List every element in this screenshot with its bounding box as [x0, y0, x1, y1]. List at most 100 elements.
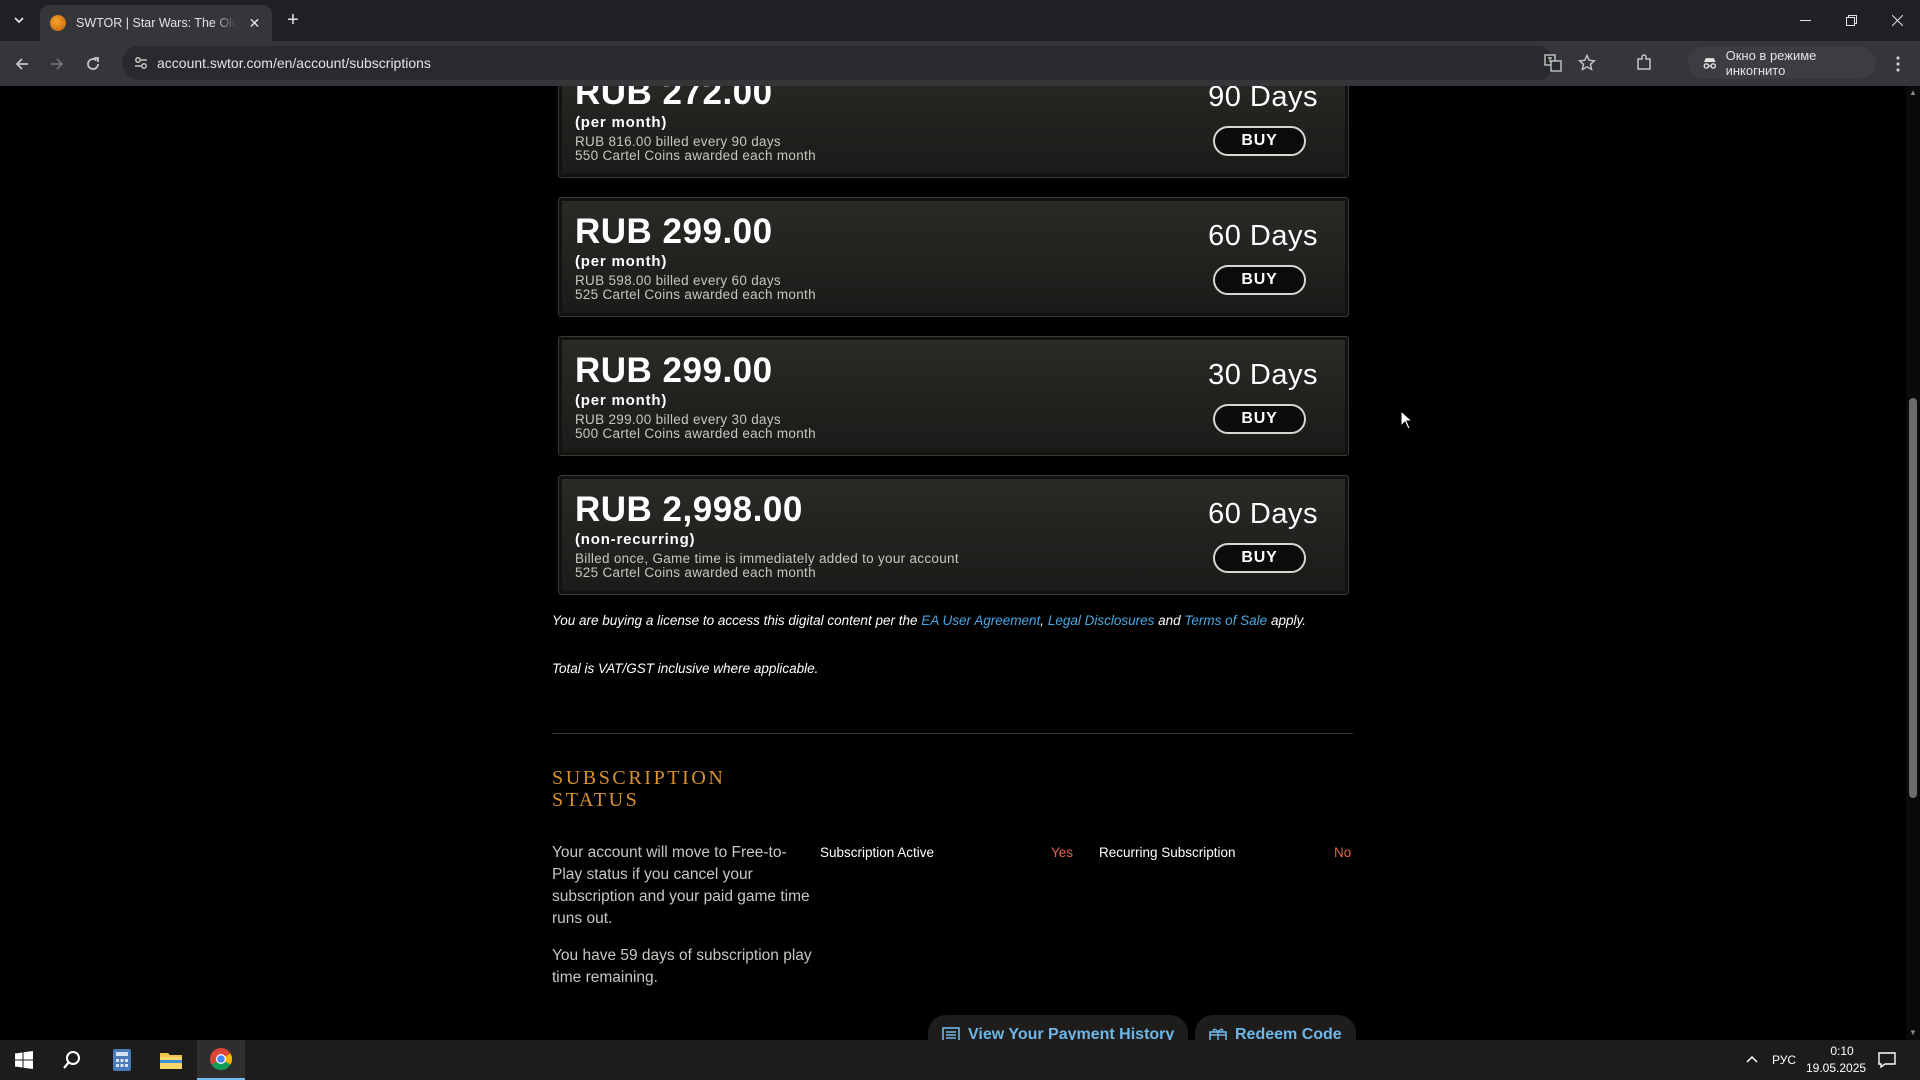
- restore-button[interactable]: [1828, 0, 1874, 40]
- swtor-favicon-icon: [50, 15, 66, 31]
- buy-button[interactable]: BUY: [1213, 543, 1306, 573]
- recurring-subscription-value: No: [1334, 845, 1352, 860]
- plan-card-90-days: RUB 272.00 (per month) RUB 816.00 billed…: [558, 86, 1349, 178]
- input-language[interactable]: РУС: [1772, 1053, 1796, 1067]
- more-vertical-icon: [1896, 56, 1900, 72]
- browser-chrome: SWTOR | Star Wars: The Old Republic ✕ + …: [0, 0, 1920, 86]
- redeem-code-button[interactable]: Redeem Code: [1195, 1015, 1356, 1040]
- incognito-icon: [1703, 58, 1717, 69]
- scroll-up-icon[interactable]: ▲: [1909, 88, 1917, 98]
- incognito-label: Окно в режиме инкогнито: [1725, 48, 1817, 78]
- plan-term: (per month): [575, 114, 668, 131]
- subscription-active-value: Yes: [1051, 845, 1074, 860]
- redeem-code-label: Redeem Code: [1235, 1026, 1342, 1040]
- subscription-status-heading: SUBSCRIPTION STATUS: [552, 767, 726, 811]
- tray-chevron-up-icon[interactable]: [1745, 1054, 1759, 1064]
- calculator-icon: [113, 1049, 131, 1071]
- site-info-icon[interactable]: [132, 54, 150, 72]
- free-to-play-notice: Your account will move to Free-to-Play s…: [552, 844, 810, 927]
- plan-coins: 525 Cartel Coins awarded each month: [575, 287, 816, 302]
- terms-of-sale-link[interactable]: Terms of Sale: [1184, 613, 1267, 628]
- forward-button[interactable]: [43, 50, 71, 78]
- page-viewport: RUB 272.00 (per month) RUB 816.00 billed…: [0, 86, 1906, 1040]
- windows-logo-icon: [15, 1051, 33, 1069]
- plan-duration: 60 Days: [1208, 498, 1318, 530]
- reload-icon: [87, 57, 99, 70]
- view-payment-history-label: View Your Payment History: [968, 1026, 1175, 1040]
- plan-duration: 30 Days: [1208, 359, 1318, 391]
- new-tab-button[interactable]: +: [280, 8, 306, 34]
- reload-button[interactable]: [79, 50, 107, 78]
- tab-swtor[interactable]: SWTOR | Star Wars: The Old Republic ✕: [40, 5, 272, 41]
- subscription-active-label: Subscription Active: [820, 845, 935, 860]
- plan-card-60-days: RUB 299.00 (per month) RUB 598.00 billed…: [558, 197, 1349, 317]
- buy-button[interactable]: BUY: [1213, 126, 1306, 156]
- remaining-time-text: You have 59 days of subscription play ti…: [552, 947, 812, 986]
- taskbar-search-button[interactable]: [48, 1040, 96, 1080]
- license-notice-suffix: apply.: [1267, 613, 1306, 628]
- plan-term: (per month): [575, 392, 668, 409]
- browser-toolbar: account.swtor.com/en/account/subscriptio…: [0, 41, 1920, 86]
- ea-user-agreement-link[interactable]: EA User Agreement: [921, 613, 1040, 628]
- view-payment-history-button[interactable]: View Your Payment History: [928, 1015, 1189, 1040]
- notifications-button[interactable]: [1864, 1040, 1910, 1080]
- restore-icon: [1845, 14, 1857, 26]
- plan-billing: Billed once, Game time is immediately ad…: [575, 551, 959, 566]
- tab-title: SWTOR | Star Wars: The Old Republic: [76, 16, 237, 30]
- plan-billing: RUB 299.00 billed every 30 days: [575, 412, 781, 427]
- close-window-button[interactable]: [1874, 0, 1920, 40]
- scrollbar-thumb[interactable]: [1909, 398, 1917, 798]
- arrow-right-icon: [51, 58, 64, 70]
- license-notice-sep: and: [1154, 613, 1185, 628]
- plan-duration: 60 Days: [1208, 220, 1318, 252]
- taskbar-calculator[interactable]: [98, 1040, 146, 1080]
- plan-price: RUB 299.00: [575, 212, 773, 251]
- plan-price: RUB 299.00: [575, 351, 773, 390]
- folder-icon: [160, 1053, 182, 1069]
- license-notice-sep: ,: [1040, 613, 1048, 628]
- buy-button[interactable]: BUY: [1213, 265, 1306, 295]
- arrow-left-icon: [15, 58, 28, 70]
- plan-coins: 525 Cartel Coins awarded each month: [575, 565, 816, 580]
- url-text: account.swtor.com/en/account/subscriptio…: [157, 55, 431, 71]
- back-button[interactable]: [8, 50, 36, 78]
- close-tab-icon[interactable]: ✕: [247, 15, 262, 32]
- mouse-cursor-icon: [1400, 410, 1414, 430]
- list-icon: [942, 1027, 960, 1040]
- license-notice: You are buying a license to access this …: [552, 613, 1372, 629]
- start-button[interactable]: [0, 1040, 48, 1080]
- page-scrollbar[interactable]: ▲ ▼: [1906, 86, 1920, 1040]
- legal-disclosures-link[interactable]: Legal Disclosures: [1048, 613, 1155, 628]
- close-icon: [1891, 14, 1903, 26]
- taskbar-chrome[interactable]: [197, 1040, 245, 1080]
- minimize-icon: [1799, 19, 1811, 21]
- chevron-down-icon: [14, 17, 24, 24]
- plan-card-non-recurring: RUB 2,998.00 (non-recurring) Billed once…: [558, 475, 1349, 595]
- browser-menu-button[interactable]: [1888, 53, 1908, 75]
- address-bar[interactable]: account.swtor.com/en/account/subscriptio…: [122, 46, 1596, 80]
- buy-button[interactable]: BUY: [1213, 404, 1306, 434]
- gift-icon: [1209, 1028, 1227, 1040]
- plan-billing: RUB 816.00 billed every 90 days: [575, 134, 781, 149]
- section-divider: [552, 733, 1353, 734]
- plan-term: (non-recurring): [575, 531, 696, 548]
- plan-price: RUB 2,998.00: [575, 490, 803, 529]
- minimize-button[interactable]: [1782, 0, 1828, 40]
- incognito-indicator[interactable]: Окно в режиме инкогнито: [1688, 47, 1876, 79]
- notification-icon: [1878, 1052, 1896, 1068]
- scroll-down-icon[interactable]: ▼: [1909, 1028, 1917, 1038]
- clock-time[interactable]: 0:10: [1822, 1044, 1862, 1058]
- plan-term: (per month): [575, 253, 668, 270]
- taskbar-file-explorer[interactable]: [147, 1040, 195, 1080]
- chrome-icon: [210, 1048, 232, 1070]
- translate-icon[interactable]: [1544, 54, 1562, 72]
- extensions-icon[interactable]: [1634, 53, 1654, 73]
- recurring-subscription-label: Recurring Subscription: [1099, 845, 1236, 860]
- plan-billing: RUB 598.00 billed every 60 days: [575, 273, 781, 288]
- tab-search-button[interactable]: [6, 8, 32, 32]
- plan-coins: 500 Cartel Coins awarded each month: [575, 426, 816, 441]
- tab-strip: SWTOR | Star Wars: The Old Republic ✕ +: [0, 0, 1920, 41]
- clock-date[interactable]: 19.05.2025: [1806, 1061, 1866, 1075]
- vat-notice: Total is VAT/GST inclusive where applica…: [552, 661, 819, 676]
- star-icon[interactable]: [1578, 54, 1596, 72]
